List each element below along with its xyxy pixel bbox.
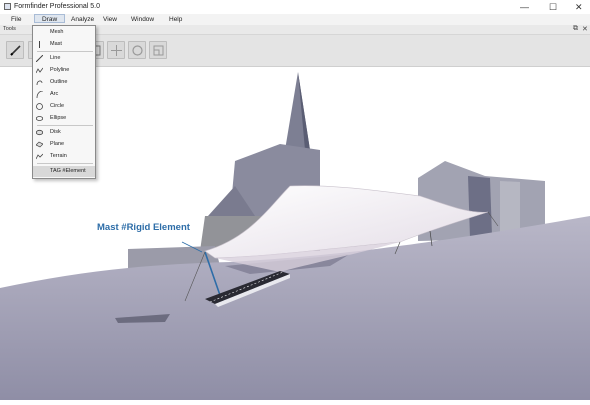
rotate-tool-button[interactable] bbox=[128, 41, 146, 59]
arc-icon bbox=[36, 91, 43, 98]
menu-draw[interactable]: Draw bbox=[34, 14, 66, 23]
menu-item-mast[interactable]: Mast bbox=[33, 39, 95, 50]
menu-window[interactable]: Window bbox=[131, 16, 154, 23]
circle-icon bbox=[36, 103, 43, 110]
menu-separator bbox=[37, 125, 93, 126]
menu-item-line[interactable]: Line bbox=[33, 53, 95, 64]
disk-icon bbox=[36, 129, 43, 136]
mast-annotation: Mast #Rigid Element bbox=[97, 222, 190, 233]
move-cross-icon bbox=[111, 45, 122, 56]
maximize-button[interactable]: ☐ bbox=[549, 2, 557, 12]
scale-square-icon bbox=[153, 45, 164, 56]
menu-file[interactable]: File bbox=[11, 16, 21, 23]
menu-item-ellipse[interactable]: Ellipse bbox=[33, 113, 95, 124]
menu-item-disk[interactable]: Disk bbox=[33, 127, 95, 138]
menu-item-terrain[interactable]: Terrain bbox=[33, 151, 95, 162]
menu-help[interactable]: Help bbox=[169, 16, 182, 23]
menu-separator bbox=[37, 51, 93, 52]
close-button[interactable]: ✕ bbox=[575, 2, 583, 12]
line-icon bbox=[36, 55, 43, 62]
menu-item-polyline[interactable]: Polyline bbox=[33, 65, 95, 76]
pencil-tool-button[interactable] bbox=[6, 41, 24, 59]
polyline-icon bbox=[36, 67, 43, 74]
menu-item-arc[interactable]: Arc bbox=[33, 89, 95, 100]
menu-view[interactable]: View bbox=[103, 16, 117, 23]
pencil-icon bbox=[10, 45, 21, 56]
menu-item-mesh[interactable]: Mesh bbox=[33, 27, 95, 38]
app-icon bbox=[4, 3, 11, 10]
panel-close-icon[interactable]: ✕ bbox=[582, 25, 588, 33]
terrain-icon bbox=[36, 153, 43, 160]
title-bar: Formfinder Professional 5.0 — ☐ ✕ bbox=[0, 0, 590, 15]
window-title: Formfinder Professional 5.0 bbox=[14, 3, 100, 10]
ellipse-icon bbox=[36, 116, 43, 121]
rotate-circle-icon bbox=[132, 45, 143, 56]
scale-tool-button[interactable] bbox=[149, 41, 167, 59]
mast-icon bbox=[39, 41, 40, 48]
panel-float-icon[interactable]: ⧉ bbox=[573, 25, 578, 33]
menu-separator bbox=[37, 163, 93, 164]
draw-menu-dropdown: Mesh Mast Line Polyline Outline Arc Circ… bbox=[32, 25, 96, 179]
menu-bar: File Draw Analyze View Window Help bbox=[0, 14, 590, 25]
plane-icon bbox=[36, 141, 43, 148]
move-tool-button[interactable] bbox=[107, 41, 125, 59]
menu-item-outline[interactable]: Outline bbox=[33, 77, 95, 88]
menu-item-tag-element[interactable]: TAG #Element bbox=[33, 166, 95, 177]
outline-icon bbox=[36, 80, 43, 86]
minimize-button[interactable]: — bbox=[520, 2, 529, 12]
menu-item-plane[interactable]: Plane bbox=[33, 139, 95, 150]
tools-panel-label: Tools bbox=[3, 26, 16, 32]
menu-item-circle[interactable]: Circle bbox=[33, 101, 95, 112]
menu-analyze[interactable]: Analyze bbox=[71, 16, 94, 23]
